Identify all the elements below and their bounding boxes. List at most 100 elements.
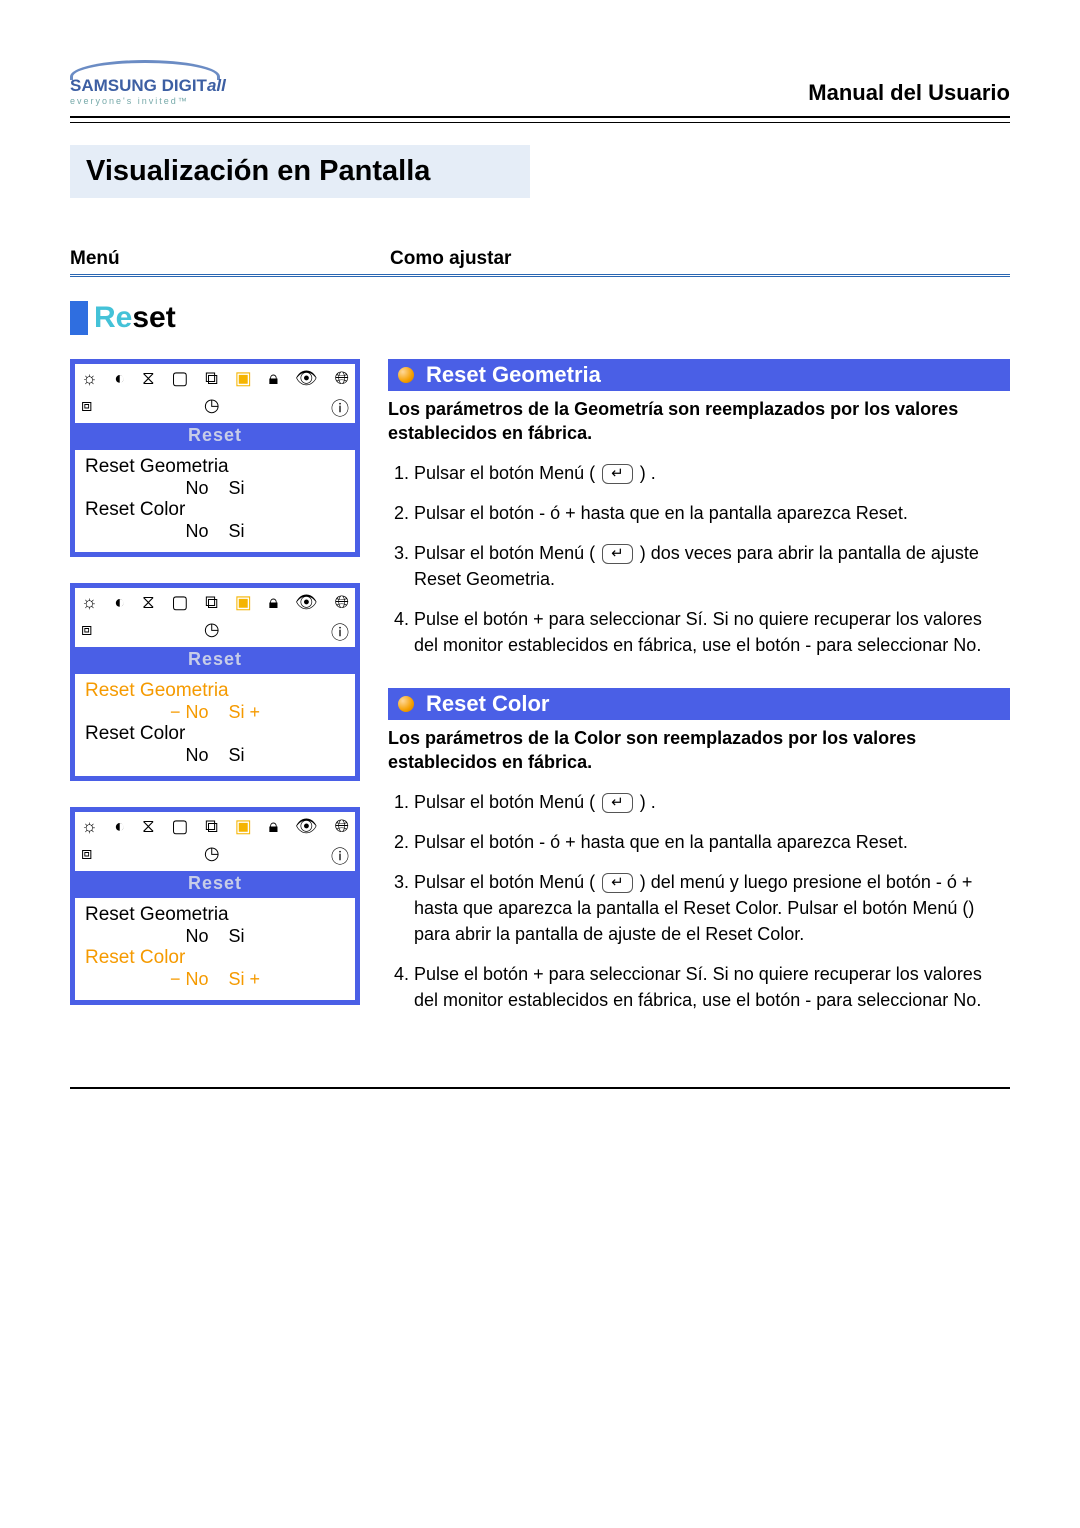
osd-line-color-hl: Reset Color (85, 947, 345, 969)
color-step-2: Pulsar el botón - ó + hasta que en la pa… (414, 829, 1010, 855)
screen-icon: ▢ (171, 816, 188, 837)
col-header-howto: Como ajustar (390, 248, 511, 270)
lock-icon: 🔒︎ (269, 592, 279, 613)
osd-no: No (185, 521, 208, 541)
sun-icon: ☼ (81, 816, 98, 837)
section-title-geom: Reset Geometria (426, 362, 601, 388)
geom-step-1: Pulsar el botón Menú ( ↵ ) . (414, 460, 1010, 486)
osd-no: No (185, 926, 208, 946)
osd-minus-no: − No (170, 969, 209, 989)
reset-icon: ▣ (235, 592, 252, 613)
info-icon: ⓘ (331, 395, 349, 421)
box-icon: ⧈ (81, 395, 92, 421)
step-tail: ) . (640, 463, 656, 483)
section-title-color: Reset Color (426, 691, 549, 717)
clock-icon: ◷ (204, 619, 220, 645)
bullet-icon (398, 696, 414, 712)
window-icon: ⧉ (205, 816, 218, 837)
osd-line-geom: Reset Geometria (85, 456, 345, 478)
heading-bar-icon (70, 301, 88, 335)
color-step-4: Pulse el botón + para seleccionar Sí. Si… (414, 961, 1010, 1013)
bullet-icon (398, 367, 414, 383)
osd-no: No (185, 478, 208, 498)
page-title: Visualización en Pantalla (70, 145, 530, 198)
osd-icon-row: ☼ ◐ ⧖ ▢ ⧉ ▣ 🔒︎ 👁︎ 🌐︎ ⧈ ◷ ⓘ (75, 812, 355, 871)
osd-line-geom-hl: Reset Geometria (85, 680, 345, 702)
color-step-1: Pulsar el botón Menú ( ↵ ) . (414, 789, 1010, 815)
osd-label: Reset (75, 871, 355, 898)
osd-label: Reset (75, 647, 355, 674)
geom-step-4: Pulse el botón + para seleccionar Sí. Si… (414, 606, 1010, 658)
color-lead: Los parámetros de la Color son reemplaza… (388, 726, 1010, 775)
screen-icon: ▢ (171, 592, 188, 613)
geom-step-3: Pulsar el botón Menú ( ↵ ) dos veces par… (414, 540, 1010, 592)
step-text: Pulsar el botón Menú ( (414, 872, 595, 892)
color-step-3: Pulsar el botón Menú ( ↵ ) del menú y lu… (414, 869, 1010, 947)
clock-icon: ◷ (204, 395, 220, 421)
clock-icon: ◷ (204, 843, 220, 869)
reset-heading-part2: set (132, 301, 175, 334)
osd-si: Si (229, 745, 245, 765)
color-steps: Pulsar el botón Menú ( ↵ ) . Pulsar el b… (388, 789, 1010, 1014)
header-rule (70, 122, 1010, 123)
geom-step-2: Pulsar el botón - ó + hasta que en la pa… (414, 500, 1010, 526)
column-headers: Menú Como ajustar (70, 248, 1010, 277)
reset-icon: ▣ (235, 368, 252, 389)
osd-si: Si (229, 521, 245, 541)
logo-tagline: everyone's invited™ (70, 96, 226, 106)
reset-icon: ▣ (235, 816, 252, 837)
osd-icon-row: ☼ ◐ ⧖ ▢ ⧉ ▣ 🔒︎ 👁︎ 🌐︎ ⧈ ◷ ⓘ (75, 588, 355, 647)
globe-icon: 🌐︎ (335, 368, 349, 389)
contrast-icon: ◐ (114, 592, 125, 613)
eye-icon: 👁︎ (295, 592, 318, 613)
eye-icon: 👁︎ (295, 816, 318, 837)
col-header-menu: Menú (70, 248, 390, 270)
menu-button-icon: ↵ (602, 793, 633, 813)
osd-minus-no: − No (170, 702, 209, 722)
osd-si: Si (229, 478, 245, 498)
menu-button-icon: ↵ (602, 544, 633, 564)
sun-icon: ☼ (81, 368, 98, 389)
step-text: Pulsar el botón Menú ( (414, 463, 595, 483)
eye-icon: 👁︎ (295, 368, 318, 389)
contrast-icon: ◐ (114, 816, 125, 837)
info-icon: ⓘ (331, 619, 349, 645)
osd-label: Reset (75, 423, 355, 450)
osd-si-plus: Si + (229, 702, 261, 722)
osd-body: Reset Geometria − No Si + Reset Color No… (75, 674, 355, 776)
box-icon: ⧈ (81, 619, 92, 645)
globe-icon: 🌐︎ (335, 592, 349, 613)
osd-line-geom: Reset Geometria (85, 904, 345, 926)
footer-rule (70, 1087, 1010, 1089)
geom-steps: Pulsar el botón Menú ( ↵ ) . Pulsar el b… (388, 460, 1010, 659)
reset-heading: Reset (70, 301, 1010, 335)
section-head-color: Reset Color (388, 688, 1010, 720)
contrast-icon: ◐ (114, 368, 125, 389)
step-tail: ) . (640, 792, 656, 812)
logo-italic: all (207, 76, 226, 95)
info-icon: ⓘ (331, 843, 349, 869)
osd-body: Reset Geometria No Si Reset Color No Si (75, 450, 355, 552)
osd-screenshot-3: ☼ ◐ ⧖ ▢ ⧉ ▣ 🔒︎ 👁︎ 🌐︎ ⧈ ◷ ⓘ Reset Reset G… (70, 807, 360, 1005)
reset-heading-part1: Re (94, 301, 132, 334)
menu-button-icon: ↵ (602, 873, 633, 893)
hglass-icon: ⧖ (142, 816, 155, 837)
menu-button-icon: ↵ (602, 464, 633, 484)
osd-line-color: Reset Color (85, 499, 345, 521)
hglass-icon: ⧖ (142, 592, 155, 613)
brand-logo: SAMSUNG DIGITall everyone's invited™ (70, 60, 226, 106)
lock-icon: 🔒︎ (269, 816, 279, 837)
hglass-icon: ⧖ (142, 368, 155, 389)
osd-si-plus: Si + (229, 969, 261, 989)
osd-icon-row: ☼ ◐ ⧖ ▢ ⧉ ▣ 🔒︎ 👁︎ 🌐︎ ⧈ ◷ ⓘ (75, 364, 355, 423)
window-icon: ⧉ (205, 592, 218, 613)
osd-si: Si (229, 926, 245, 946)
osd-screenshot-1: ☼ ◐ ⧖ ▢ ⧉ ▣ 🔒︎ 👁︎ 🌐︎ ⧈ ◷ ⓘ Reset Reset G… (70, 359, 360, 557)
window-icon: ⧉ (205, 368, 218, 389)
sun-icon: ☼ (81, 592, 98, 613)
screen-icon: ▢ (171, 368, 188, 389)
logo-text: SAMSUNG DIGIT (70, 76, 207, 95)
step-text: Pulsar el botón Menú ( (414, 543, 595, 563)
globe-icon: 🌐︎ (335, 816, 349, 837)
step-text: Pulsar el botón Menú ( (414, 792, 595, 812)
